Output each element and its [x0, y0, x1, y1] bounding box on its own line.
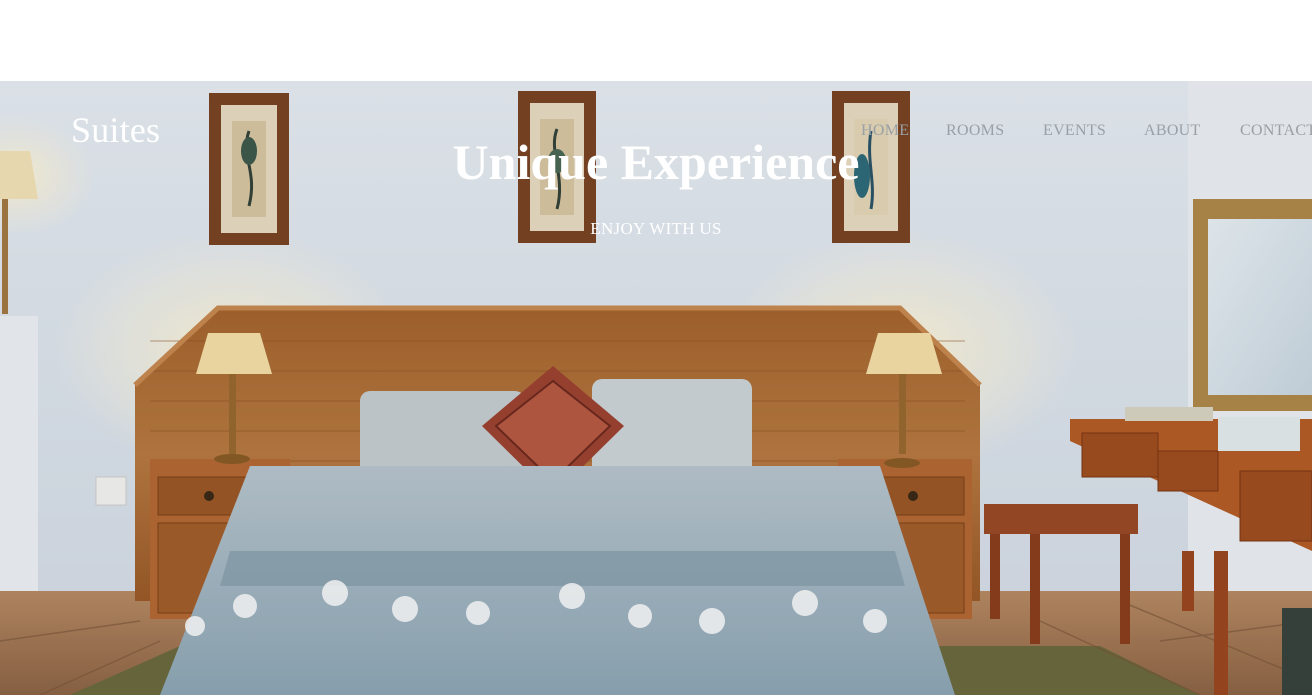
hero-subtitle: ENJOY WITH US [590, 219, 722, 238]
top-whitespace [0, 0, 1312, 81]
hero-title: Unique Experience [452, 134, 860, 190]
